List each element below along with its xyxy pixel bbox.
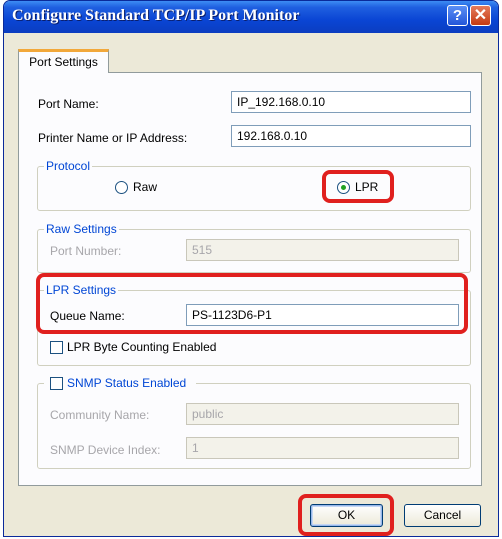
tab-port-settings[interactable]: Port Settings <box>18 49 109 73</box>
protocol-group: Protocol <box>37 159 471 211</box>
community-name-label: Community Name: <box>50 408 150 422</box>
close-button[interactable]: ✕ <box>470 5 491 26</box>
queue-name-label: Queue Name: <box>50 309 125 323</box>
snmp-enabled-label[interactable]: SNMP Status Enabled <box>67 376 186 390</box>
window-title: Configure Standard TCP/IP Port Monitor <box>12 7 300 24</box>
help-button[interactable]: ? <box>447 5 468 26</box>
raw-settings-legend: Raw Settings <box>44 222 119 236</box>
title-bar[interactable]: Configure Standard TCP/IP Port Monitor ?… <box>4 1 498 33</box>
lpr-byte-counting-checkbox[interactable] <box>50 341 63 354</box>
lpr-radio-selected-dot <box>341 185 346 190</box>
lpr-settings-legend: LPR Settings <box>44 283 119 297</box>
printer-name-label: Printer Name or IP Address: <box>38 131 188 145</box>
lpr-radio-label[interactable]: LPR <box>355 180 378 194</box>
port-name-input[interactable]: IP_192.168.0.10 <box>231 91 471 113</box>
lpr-settings-group: LPR Settings <box>37 283 471 366</box>
lpr-radio[interactable] <box>337 181 350 194</box>
port-number-input[interactable]: 515 <box>186 239 459 261</box>
lpr-byte-counting-label[interactable]: LPR Byte Counting Enabled <box>67 340 216 354</box>
queue-name-input[interactable]: PS-1123D6-P1 <box>186 304 459 326</box>
snmp-device-index-label: SNMP Device Index: <box>50 443 161 457</box>
raw-radio-label[interactable]: Raw <box>133 180 157 194</box>
snmp-enabled-checkbox[interactable] <box>50 377 63 390</box>
snmp-device-index-input[interactable]: 1 <box>186 437 459 459</box>
cancel-button[interactable]: Cancel <box>404 504 481 527</box>
port-name-label: Port Name: <box>38 97 99 111</box>
ok-button[interactable]: OK <box>310 504 383 527</box>
port-number-label: Port Number: <box>50 244 122 258</box>
community-name-input[interactable]: public <box>186 403 459 425</box>
printer-name-input[interactable]: 192.168.0.10 <box>231 125 471 147</box>
protocol-legend: Protocol <box>44 159 93 173</box>
raw-radio[interactable] <box>115 181 128 194</box>
